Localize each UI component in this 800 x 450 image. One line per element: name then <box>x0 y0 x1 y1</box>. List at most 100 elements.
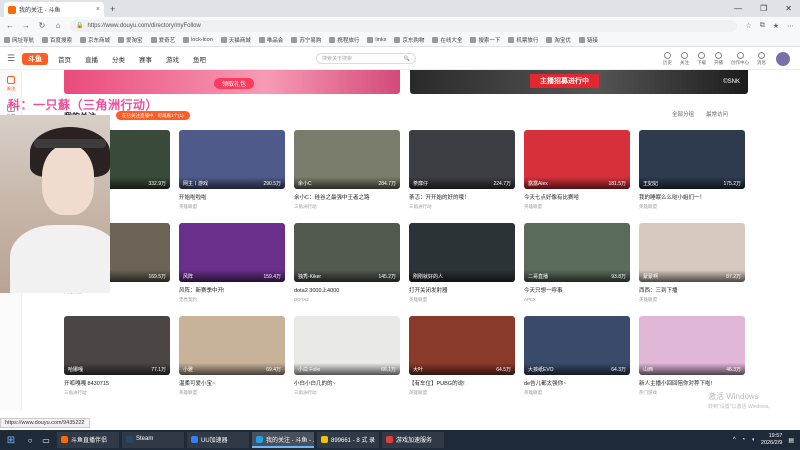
search-input[interactable]: 搜索关于搜索 <box>322 55 352 62</box>
bookmark-item[interactable]: 淘宝优 <box>546 36 571 44</box>
bookmark-item[interactable]: 网址导航 <box>4 36 34 44</box>
windows-start-icon[interactable]: ⊞ <box>0 435 22 446</box>
stream-card[interactable]: 大孩纸EVO 64.3万 de告儿都太强你~ 英雄联盟 <box>524 316 630 404</box>
favorites-icon[interactable]: ★ <box>773 22 779 30</box>
stream-title[interactable]: 余小C：硅谷之最强中王者之路 <box>294 193 400 201</box>
maximize-icon[interactable]: ❐ <box>760 4 767 13</box>
taskbar-app[interactable]: 899661 - 8 式 录 <box>317 432 379 448</box>
stream-thumbnail[interactable]: 哈娜嘎 77.1万 <box>64 316 170 375</box>
taskbar-app[interactable]: 斗鱼直播伴侣 <box>57 432 119 448</box>
taskbar-app[interactable]: 我的关注 - 斗鱼 - ... <box>252 432 314 448</box>
header-icon-button[interactable]: 消息 <box>757 51 766 66</box>
stream-thumbnail[interactable]: 蒙蒙啊 87.2万 <box>639 223 745 282</box>
bookmark-item[interactable]: 携程旅行 <box>329 36 359 44</box>
user-avatar[interactable] <box>776 51 790 66</box>
refresh-icon[interactable]: ↻ <box>38 21 46 30</box>
stream-category[interactable]: 英雄联盟 <box>409 390 515 396</box>
tray-chevron-icon[interactable]: ^ <box>733 437 736 443</box>
stream-category[interactable]: 三角洲行动 <box>294 204 400 210</box>
stream-title[interactable]: dota2 3000上4000 <box>294 286 400 294</box>
bookmark-item[interactable]: lock-icon <box>183 37 213 43</box>
stream-thumbnail[interactable]: 荼靡仔 224.7万 <box>409 130 515 189</box>
stream-title[interactable]: 西西：三到下播 <box>639 286 745 294</box>
stream-thumbnail[interactable]: 二哥直播 93.8万 <box>524 223 630 282</box>
stream-category[interactable]: 英雄联盟 <box>639 297 745 303</box>
close-window-icon[interactable]: ✕ <box>785 4 792 13</box>
promo-banner-left[interactable]: 领取礼包 <box>64 70 400 94</box>
stream-title[interactable]: 温柔可爱小宝~ <box>179 379 285 387</box>
taskbar-app[interactable]: UU加速器 <box>187 432 249 448</box>
stream-card[interactable]: 王妃妃 175.2万 我的睡眠么么哒小姐们一！ 英雄联盟 <box>639 130 745 218</box>
bookmark-item[interactable]: 机票旅行 <box>508 36 538 44</box>
bookmark-item[interactable]: 京东商城 <box>80 36 110 44</box>
close-tab-icon[interactable]: × <box>96 6 100 13</box>
stream-card[interactable]: 蒙蒙啊 87.2万西西：三到下播 英雄联盟 <box>639 223 745 311</box>
stream-thumbnail[interactable]: 山西 46.3万 <box>639 316 745 375</box>
home-icon[interactable]: ⌂ <box>54 21 62 30</box>
stream-card[interactable]: 二哥直播 93.8万 今天只想一呼事 APEX <box>524 223 630 311</box>
bookmark-item[interactable]: links <box>367 37 386 43</box>
volume-icon[interactable]: ◖ <box>751 437 755 443</box>
stream-title[interactable]: 开始啦啦啦 <box>179 193 285 201</box>
taskbar-app[interactable]: Steam <box>122 432 184 448</box>
douyu-logo[interactable]: 斗鱼 <box>22 52 48 65</box>
stream-category[interactable]: 英雄联盟 <box>179 390 285 396</box>
bookmark-item[interactable]: 爱奇艺 <box>150 36 175 44</box>
claim-gift-button[interactable]: 领取礼包 <box>214 78 255 89</box>
clock[interactable]: 19:57 2026/2/9 <box>761 433 782 447</box>
star-icon[interactable]: ☆ <box>745 22 751 30</box>
header-icon-button[interactable]: 历史 <box>663 51 672 66</box>
bookmark-item[interactable]: 唯品会 <box>258 36 283 44</box>
taskbar-search-icon[interactable]: ○ <box>22 436 38 445</box>
header-icon-button[interactable]: 关注 <box>680 51 689 66</box>
stream-thumbnail[interactable]: 王妃妃 175.2万 <box>639 130 745 189</box>
stream-card[interactable]: 小白 Folio 66.1万 小白小白几的的~ 三角洲行动 <box>294 316 400 404</box>
search-icon[interactable]: 🔍 <box>404 56 410 62</box>
bookmark-item[interactable]: 在线大全 <box>432 36 462 44</box>
stream-card[interactable]: 大叶 64.5万【有车位】PUBG的说! 英雄联盟 <box>409 316 515 404</box>
stream-thumbnail[interactable]: 大叶 64.5万 <box>409 316 515 375</box>
stream-category[interactable]: 英雄联盟 <box>524 204 630 210</box>
stream-title[interactable]: 新人主播小回回陪你对荐下啦! <box>639 379 745 387</box>
search-box[interactable]: 搜索关于搜索 🔍 <box>316 53 416 64</box>
taskbar-app[interactable]: 游戏加速服务 <box>382 432 444 448</box>
stream-title[interactable]: 今天只想一呼事 <box>524 286 630 294</box>
notification-icon[interactable]: ▤ <box>788 437 794 444</box>
site-nav-item[interactable]: 赛事 <box>139 54 152 64</box>
stream-thumbnail[interactable]: 小白 Folio 66.1万 <box>294 316 400 375</box>
stream-title[interactable]: 【有车位】PUBG的说! <box>409 379 515 387</box>
stream-card[interactable]: 露露Alex 181.5万今天七点好像有比赛哈 英雄联盟 <box>524 130 630 218</box>
stream-thumbnail[interactable]: 小雅 69.4万 <box>179 316 285 375</box>
stream-card[interactable]: 荼靡仔 224.7万 荼忑：开开始的好的哦！ 三角洲行动 <box>409 130 515 218</box>
stream-title[interactable]: 打开关闭发射器 <box>409 286 515 294</box>
menu-icon[interactable]: ☰ <box>0 53 22 64</box>
header-icon-button[interactable]: 创作中心 <box>731 51 749 66</box>
stream-card[interactable]: 风阵 159.4万 风阵：新赛季中开! 无畏契约 <box>179 223 285 311</box>
stream-title[interactable]: 小白小白几的的~ <box>294 379 400 387</box>
url-bar[interactable]: 🔒 https://www.douyu.com/directory/myFoll… <box>70 19 738 32</box>
site-nav-item[interactable]: 鱼吧 <box>193 54 206 64</box>
stream-category[interactable]: 无畏契约 <box>179 297 285 303</box>
stream-category[interactable]: 英雄联盟 <box>179 204 285 210</box>
bookmark-item[interactable]: 百度搜索 <box>42 36 72 44</box>
promo-banner-right[interactable]: 主播招募进行中 ©SNK <box>410 70 748 94</box>
stream-card[interactable]: 网主丨游戏 290.5万 开始啦啦啦 英雄联盟 <box>179 130 285 218</box>
bookmark-item[interactable]: 天猫商城 <box>220 36 251 44</box>
stream-thumbnail[interactable]: 风阵 159.4万 <box>179 223 285 282</box>
stream-card[interactable]: 余小C 284.7万余小C：硅谷之最强中王者之路 三角洲行动 <box>294 130 400 218</box>
bookmark-item[interactable]: 搜索一下 <box>470 36 500 44</box>
site-nav-item[interactable]: 分类 <box>112 54 125 64</box>
stream-category[interactable]: 英雄联盟 <box>409 297 515 303</box>
stream-card[interactable]: 哈娜嘎 77.1万 开呱嘎嘎 8430715 三角洲行动 <box>64 316 170 404</box>
stream-thumbnail[interactable]: 余小C 284.7万 <box>294 130 400 189</box>
stream-title[interactable]: 开呱嘎嘎 8430715 <box>64 379 170 387</box>
bookmark-item[interactable]: 苏宁易购 <box>291 36 321 44</box>
stream-card[interactable]: 刚刚就好的人 打开关闭发射器 英雄联盟 <box>409 223 515 311</box>
stream-category[interactable]: 英雄联盟 <box>524 390 630 396</box>
stream-title[interactable]: 今天七点好像有比赛哈 <box>524 193 630 201</box>
stream-title[interactable]: de告儿都太强你~ <box>524 379 630 387</box>
back-icon[interactable]: ← <box>6 21 14 30</box>
sort-filter-dropdown[interactable]: 最常访问 <box>706 110 728 118</box>
stream-thumbnail[interactable]: 露露Alex 181.5万 <box>524 130 630 189</box>
minimize-icon[interactable]: — <box>734 4 742 13</box>
